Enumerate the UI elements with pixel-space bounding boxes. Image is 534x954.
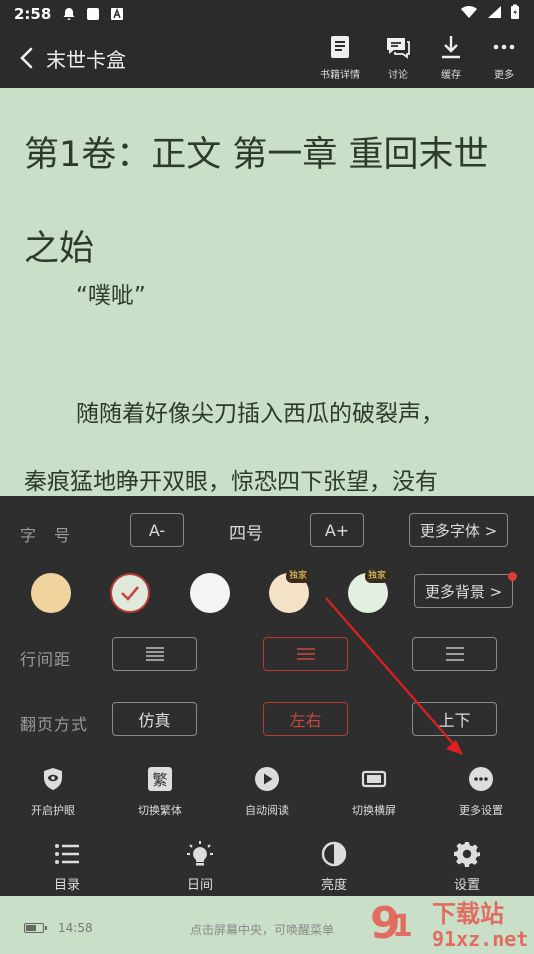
back-button[interactable]	[14, 44, 40, 72]
more-dots-icon	[493, 44, 515, 50]
battery-icon	[510, 4, 520, 24]
more-fonts-button[interactable]: 更多字体 >	[409, 513, 508, 547]
chapter-title: 第1卷：正文 第一章 重回末世之始	[24, 135, 489, 269]
font-size-value: 四号	[229, 524, 263, 544]
line-spacing-medium-icon	[296, 648, 315, 660]
book-details-button[interactable]: 书籍详情	[312, 34, 368, 86]
background-swatch-3[interactable]	[190, 573, 230, 613]
nav-settings[interactable]: 设置	[427, 836, 507, 893]
app-notification-icon	[85, 6, 101, 22]
checkmark-icon	[121, 586, 139, 601]
battery-indicator	[24, 923, 47, 933]
paragraph: 随随着好像尖刀插入西瓜的破裂声，	[76, 401, 444, 427]
exclusive-badge: 独家	[365, 570, 390, 583]
line-spacing-compact-button[interactable]	[112, 637, 197, 671]
more-backgrounds-button[interactable]: 更多背景 >	[414, 574, 513, 608]
chevron-left-icon	[20, 47, 33, 69]
more-circle-icon	[469, 767, 493, 791]
document-icon	[331, 36, 349, 58]
line-spacing-compact-icon	[145, 647, 164, 661]
menu-hint: 点击屏幕中央，可唤醒菜单	[190, 923, 335, 937]
landscape-toggle-button[interactable]: 切换横屏	[334, 766, 414, 818]
svg-text:1: 1	[392, 909, 413, 944]
auto-read-button[interactable]: 自动阅读	[227, 766, 307, 818]
page-turn-simulation-button[interactable]: 仿真	[112, 702, 197, 736]
traditional-chinese-icon: 繁	[148, 767, 172, 791]
eye-protection-button[interactable]: 开启护眼	[13, 766, 93, 818]
exclusive-badge: 独家	[286, 570, 311, 583]
page-turn-vertical-button[interactable]: 上下	[412, 702, 497, 736]
font-size-label: 字 号	[20, 526, 72, 545]
font-increase-button[interactable]: A+	[310, 513, 364, 547]
discussion-button[interactable]: 讨论	[370, 34, 426, 86]
eye-shield-icon	[44, 768, 62, 790]
more-settings-button[interactable]: 更多设置	[441, 766, 521, 818]
line-spacing-label: 行间距	[20, 650, 72, 669]
lightbulb-icon	[187, 841, 213, 866]
line-spacing-medium-button[interactable]	[263, 637, 348, 671]
line-spacing-loose-icon	[445, 647, 464, 661]
rotate-screen-icon	[361, 770, 387, 788]
wifi-icon	[460, 5, 478, 23]
more-button[interactable]: 更多	[476, 34, 532, 86]
reader-top-bar: 末世卡盒 书籍详情 讨论 缓存 更多	[0, 28, 534, 88]
site-watermark: 9 1 下载站 91xz.net	[366, 896, 534, 951]
nav-day-mode[interactable]: 日间	[160, 836, 240, 893]
list-icon	[55, 844, 79, 864]
reader-bottom-nav: 目录 日间 亮度 设置	[0, 836, 534, 896]
gear-icon	[454, 842, 480, 867]
svg-text:下载站: 下载站	[432, 900, 504, 928]
traditional-chinese-button[interactable]: 繁 切换繁体	[120, 766, 200, 818]
reading-content[interactable]: 第1卷：正文 第一章 重回末世之始 “噗呲” 随随着好像尖刀插入西瓜的破裂声， …	[0, 88, 534, 496]
nav-catalog[interactable]: 目录	[27, 836, 107, 893]
background-swatch-2-selected[interactable]	[110, 573, 150, 613]
play-circle-icon	[255, 767, 279, 791]
download-icon	[442, 36, 460, 59]
cache-download-button[interactable]: 缓存	[423, 34, 479, 86]
font-decrease-button[interactable]: A-	[130, 513, 184, 547]
new-indicator-dot	[508, 572, 517, 581]
background-swatch-1[interactable]	[31, 573, 71, 613]
status-time: 2:58	[14, 5, 52, 23]
signal-icon	[486, 5, 502, 23]
page-turn-label: 翻页方式	[20, 715, 89, 734]
chat-icon	[387, 38, 410, 59]
page-turn-horizontal-button[interactable]: 左右	[263, 702, 348, 736]
watermark-logo: 9 1 下载站 91xz.net	[370, 898, 528, 951]
line-spacing-loose-button[interactable]	[412, 637, 497, 671]
status-bar: 2:58	[0, 0, 534, 28]
notification-icon	[61, 6, 77, 22]
brightness-icon	[321, 841, 347, 867]
svg-text:繁: 繁	[152, 771, 167, 789]
book-title: 末世卡盒	[46, 48, 126, 72]
footer-time: 14:58	[58, 921, 93, 935]
app-notification-icon-2	[109, 6, 125, 22]
paragraph: 秦痕猛地睁开双眼，惊恐四下张望，没有	[24, 469, 438, 495]
nav-brightness[interactable]: 亮度	[294, 836, 374, 893]
paragraph: “噗呲”	[76, 283, 146, 309]
svg-text:91xz.net: 91xz.net	[432, 927, 528, 950]
